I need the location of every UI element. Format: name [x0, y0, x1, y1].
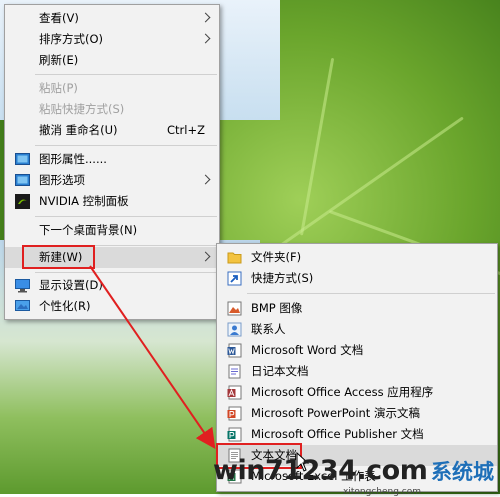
- watermark-chinese: 系统城: [431, 460, 494, 484]
- watermark-subtext: xitongcheng.com: [343, 487, 421, 497]
- annotation-arrow: [89, 265, 216, 449]
- watermark: win71234.com 系统城 xitongcheng.com: [213, 455, 494, 497]
- watermark-text: win71234.com: [213, 455, 428, 486]
